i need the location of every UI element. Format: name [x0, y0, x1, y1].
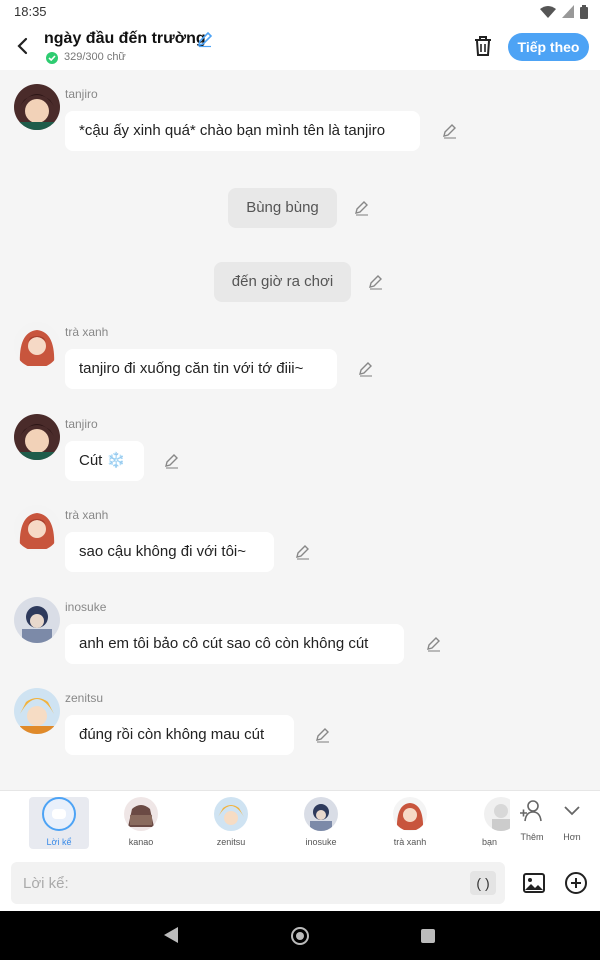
sender-name: trà xanh	[65, 508, 109, 522]
back-nav-icon[interactable]	[162, 925, 180, 950]
edit-message-icon[interactable]	[441, 122, 459, 140]
delete-icon[interactable]	[472, 34, 494, 58]
story-chat: tanjiro *cậu ấy xinh quá* chào bạn mình …	[0, 70, 600, 790]
edit-message-icon[interactable]	[357, 360, 375, 378]
story-title: ngày đầu đến trường	[44, 30, 206, 47]
add-user-icon	[518, 800, 546, 829]
character-chip-inosuke[interactable]: inosuke	[291, 797, 351, 849]
tra-xanh-avatar	[393, 797, 427, 831]
narration-chip[interactable]: Lời kể	[29, 797, 89, 849]
character-count: 329/300 chữ	[64, 51, 126, 63]
sender-name: trà xanh	[65, 325, 109, 339]
tanjiro-avatar[interactable]	[14, 414, 60, 460]
message-bubble[interactable]: Cút ❄️	[65, 441, 144, 481]
tra-xanh-avatar[interactable]	[14, 322, 60, 368]
inosuke-avatar[interactable]	[14, 597, 60, 643]
tra-xanh-avatar[interactable]	[14, 505, 60, 551]
message-input[interactable]	[11, 862, 505, 904]
add-character-button[interactable]: Thêm	[514, 797, 550, 849]
signal-icon	[562, 5, 574, 19]
back-button[interactable]	[12, 34, 34, 58]
character-tray: Lời kể kanao zenitsu inosuke trà xanh bạ…	[0, 790, 600, 854]
character-chip-tra-xanh[interactable]: trà xanh	[380, 797, 440, 849]
status-time: 18:35	[14, 4, 47, 19]
chevron-down-icon	[558, 806, 586, 829]
chip-label: kanao	[128, 837, 154, 847]
character-chip-ban[interactable]: bạn	[470, 797, 510, 849]
edit-message-icon[interactable]	[163, 452, 181, 470]
more-label: Hơn	[563, 832, 581, 842]
action-bracket-button[interactable]: ( )	[470, 871, 496, 895]
message-bubble[interactable]: sao cậu không đi với tôi~	[65, 532, 274, 572]
edit-message-icon[interactable]	[367, 273, 385, 291]
message-bubble[interactable]: đúng rồi còn không mau cút	[65, 715, 294, 755]
system-navigation-bar	[0, 911, 600, 960]
sender-name: zenitsu	[65, 691, 104, 705]
sender-name: tanjiro	[65, 87, 98, 101]
next-button[interactable]: Tiếp theo	[508, 33, 589, 61]
message-bubble[interactable]: tanjiro đi xuống căn tin với tớ điii~	[65, 349, 337, 389]
more-button[interactable]: Hơn	[554, 797, 590, 849]
sender-name: tanjiro	[65, 417, 98, 431]
edit-title-icon[interactable]	[196, 30, 214, 48]
ban-avatar	[484, 797, 510, 831]
zenitsu-avatar	[214, 797, 248, 831]
add-icon[interactable]	[564, 871, 588, 895]
edit-message-icon[interactable]	[353, 199, 371, 217]
recents-nav-icon[interactable]	[420, 928, 436, 949]
kanao-avatar	[124, 797, 158, 831]
character-chip-zenitsu[interactable]: zenitsu	[201, 797, 261, 849]
chip-label: Lời kể	[46, 837, 72, 847]
sender-name: inosuke	[65, 600, 107, 614]
image-icon[interactable]	[522, 871, 546, 895]
edit-message-icon[interactable]	[294, 543, 312, 561]
inosuke-avatar	[304, 797, 338, 831]
edit-message-icon[interactable]	[314, 726, 332, 744]
zenitsu-avatar[interactable]	[14, 688, 60, 734]
composer: ( )	[0, 854, 600, 911]
add-label: Thêm	[520, 832, 544, 842]
character-chip-kanao[interactable]: kanao	[111, 797, 171, 849]
chip-label: zenitsu	[216, 837, 246, 847]
check-icon	[46, 52, 58, 64]
battery-icon	[580, 5, 588, 19]
edit-message-icon[interactable]	[425, 635, 443, 653]
editor-header: ngày đầu đến trường 329/300 chữ Tiếp the…	[0, 24, 600, 70]
chip-label: bạn	[482, 837, 498, 847]
system-icons	[540, 5, 588, 19]
narration-icon	[42, 797, 76, 831]
narration-bubble[interactable]: Bùng bùng	[228, 188, 337, 228]
message-bubble[interactable]: anh em tôi bảo cô cút sao cô còn không c…	[65, 624, 404, 664]
chip-label: trà xanh	[393, 837, 427, 847]
status-bar: 18:35	[0, 0, 600, 24]
tanjiro-avatar[interactable]	[14, 84, 60, 130]
message-bubble[interactable]: *cậu ấy xinh quá* chào bạn mình tên là t…	[65, 111, 420, 151]
narration-bubble[interactable]: đến giờ ra chơi	[214, 262, 351, 302]
chip-label: inosuke	[305, 837, 337, 847]
home-nav-icon[interactable]	[290, 926, 310, 951]
wifi-icon	[540, 5, 556, 19]
